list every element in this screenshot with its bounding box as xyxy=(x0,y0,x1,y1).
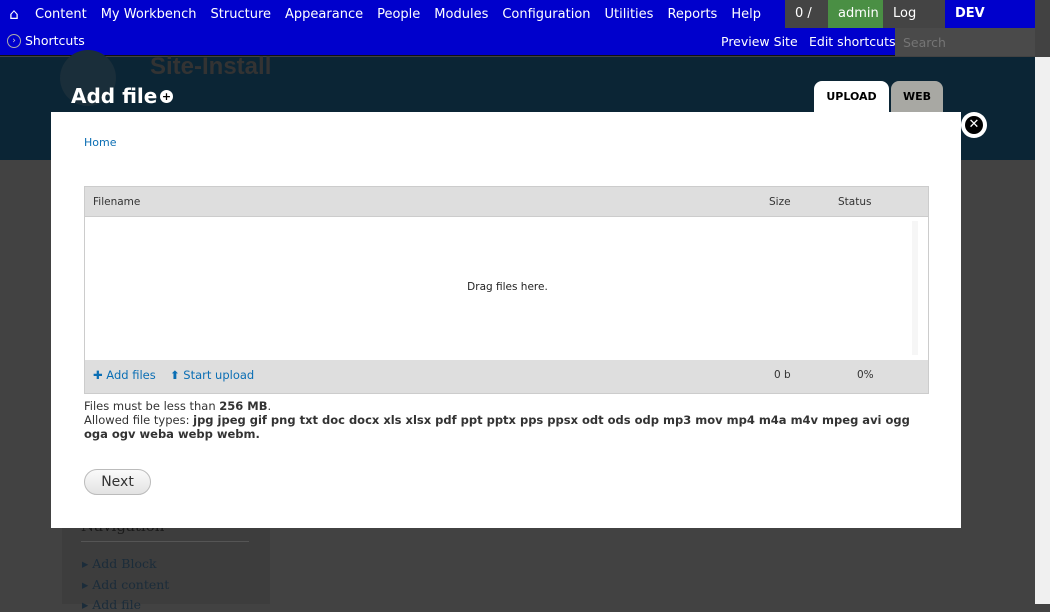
sidebar-link-add-content[interactable]: ▸ Add content xyxy=(82,577,169,592)
menu-configuration[interactable]: Configuration xyxy=(495,7,597,22)
next-button[interactable]: Next xyxy=(84,469,151,495)
menu-content[interactable]: Content xyxy=(28,7,94,22)
total-status: 0% xyxy=(857,369,874,381)
edit-shortcuts-link[interactable]: Edit shortcuts xyxy=(809,34,896,49)
page-title: Add file xyxy=(71,84,158,108)
drop-zone-text: Drag files here. xyxy=(467,281,548,293)
upload-file-list: Filename Size Status Drag files here. ✚ … xyxy=(84,186,929,394)
menu-modules[interactable]: Modules xyxy=(427,7,495,22)
page-scrollbar[interactable] xyxy=(1035,57,1050,604)
size-limit: 256 MB xyxy=(219,399,268,413)
user-link[interactable]: admin xyxy=(828,0,883,28)
search-input[interactable] xyxy=(895,28,1035,56)
shortcuts-toggle[interactable]: › Shortcuts xyxy=(7,33,85,48)
types-suffix: . xyxy=(255,427,260,441)
close-dialog-button[interactable]: ✕ xyxy=(961,112,987,138)
menu-reports[interactable]: Reports xyxy=(660,7,724,22)
preview-site-link[interactable]: Preview Site xyxy=(721,34,798,49)
menu-appearance[interactable]: Appearance xyxy=(278,7,370,22)
shortcuts-label: Shortcuts xyxy=(25,33,85,48)
start-upload-label: Start upload xyxy=(183,368,255,382)
menu-help[interactable]: Help xyxy=(724,7,768,22)
shortcuts-bar: › Shortcuts Preview Site Edit shortcuts xyxy=(0,28,1035,56)
chevron-right-icon: › xyxy=(7,33,21,48)
breadcrumb-home[interactable]: Home xyxy=(84,136,116,149)
site-name: Site-Install xyxy=(150,53,272,80)
link-label[interactable]: Add file xyxy=(92,597,141,612)
logout-link[interactable]: Log out xyxy=(883,0,945,49)
divider xyxy=(81,541,249,542)
link-label[interactable]: Add Block xyxy=(92,556,156,571)
workbench-counter[interactable]: 0 / 9 xyxy=(785,0,828,49)
col-size: Size xyxy=(769,196,791,208)
sidebar-link-add-block[interactable]: ▸ Add Block xyxy=(82,556,157,571)
plus-icon: ✚ xyxy=(93,368,103,382)
size-suffix: . xyxy=(267,399,272,413)
link-label[interactable]: Add content xyxy=(92,577,169,592)
menu-structure[interactable]: Structure xyxy=(204,7,278,22)
server-label: DEV SERVER xyxy=(955,6,1012,49)
close-icon: ✕ xyxy=(965,116,983,134)
menu-utilities[interactable]: Utilities xyxy=(598,7,661,22)
types-prefix: Allowed file types: xyxy=(84,413,194,427)
menu-people[interactable]: People xyxy=(370,7,427,22)
tab-upload[interactable]: UPLOAD xyxy=(814,81,889,112)
admin-toolbar: ⌂ Content My Workbench Structure Appeara… xyxy=(0,0,1035,49)
start-upload-button[interactable]: ⬆ Start upload xyxy=(170,368,254,382)
scrollbar[interactable] xyxy=(912,221,918,355)
sidebar-link-add-file[interactable]: ▸ Add file xyxy=(82,597,141,612)
upload-help: Files must be less than 256 MB. Allowed … xyxy=(84,399,924,441)
total-size: 0 b xyxy=(774,369,791,381)
home-icon[interactable]: ⌂ xyxy=(0,5,28,23)
add-shortcut-icon[interactable]: + xyxy=(160,90,173,103)
upload-dialog: Home Filename Size Status Drag files her… xyxy=(51,112,961,528)
arrow-up-icon: ⬆ xyxy=(170,368,180,382)
table-header: Filename Size Status xyxy=(85,187,928,217)
add-files-label: Add files xyxy=(106,368,156,382)
drop-zone[interactable]: Drag files here. xyxy=(85,217,928,360)
add-files-button[interactable]: ✚ Add files xyxy=(93,368,156,382)
allowed-types: jpg jpeg gif png txt doc docx xls xlsx p… xyxy=(84,413,910,441)
col-status: Status xyxy=(838,196,872,208)
table-footer: ✚ Add files ⬆ Start upload 0 b 0% xyxy=(85,360,928,393)
col-filename: Filename xyxy=(93,196,141,208)
menu-my-workbench[interactable]: My Workbench xyxy=(94,7,204,22)
tab-web[interactable]: WEB xyxy=(891,81,943,112)
size-prefix: Files must be less than xyxy=(84,399,220,413)
